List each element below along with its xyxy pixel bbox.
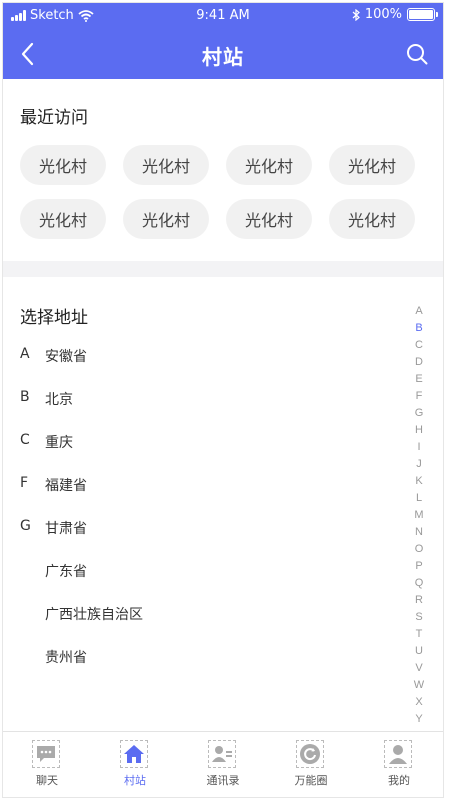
contacts-icon [208, 740, 236, 768]
tab-label: 万能圈 [294, 774, 328, 787]
index-letter-r[interactable]: R [415, 592, 423, 609]
index-letter-h[interactable]: H [415, 422, 423, 439]
index-letter-y[interactable]: Y [415, 711, 422, 728]
status-right: 100% [352, 7, 438, 22]
address-row[interactable]: 广东省 [3, 555, 403, 585]
group-letter: C [20, 432, 30, 448]
index-letter-w[interactable]: W [414, 677, 424, 694]
address-row[interactable]: 广西壮族自治区 [3, 598, 403, 628]
recent-visits-section: 最近访问 光化村 光化村 光化村 光化村 光化村 光化村 光化村 光化村 [3, 79, 443, 261]
tab-profile[interactable]: 我的 [355, 738, 443, 794]
tab-contacts[interactable]: 通讯录 [179, 738, 267, 794]
index-letter-v[interactable]: V [415, 660, 422, 677]
index-letter-m[interactable]: M [414, 507, 423, 524]
tab-chat[interactable]: 聊天 [3, 738, 91, 794]
circle-icon [296, 740, 324, 768]
search-icon [407, 44, 428, 65]
recent-village-chip[interactable]: 光化村 [226, 145, 312, 185]
group-letter: F [20, 475, 29, 491]
recent-village-chip[interactable]: 光化村 [20, 145, 106, 185]
index-letter-x[interactable]: X [415, 694, 422, 711]
province-name: 广东省 [45, 564, 87, 580]
recent-village-chip[interactable]: 光化村 [123, 145, 209, 185]
status-bar: Sketch 9:41 AM 100% [3, 3, 443, 29]
group-letter: A [20, 346, 30, 362]
phone-screen: Sketch 9:41 AM 100% 村站 最近访问 光化村 光化村 光化村 … [3, 3, 443, 797]
recent-village-chip[interactable]: 光化村 [329, 199, 415, 239]
address-row[interactable]: 贵州省 [3, 641, 403, 671]
section-divider [3, 261, 443, 277]
index-letter-t[interactable]: T [416, 626, 423, 643]
index-letter-s[interactable]: S [415, 609, 422, 626]
recent-visits-title: 最近访问 [20, 108, 88, 128]
address-section: 选择地址 A 安徽省 B 北京 C 重庆 F 福建省 G 甘肃省 广东省 广西壮… [3, 277, 443, 731]
address-row[interactable]: C 重庆 [3, 426, 403, 456]
index-letter-k[interactable]: K [415, 473, 422, 490]
index-letter-g[interactable]: G [415, 405, 424, 422]
battery-icon [407, 8, 438, 21]
index-letter-q[interactable]: Q [415, 575, 424, 592]
tab-circle[interactable]: 万能圈 [267, 738, 355, 794]
bluetooth-icon [352, 8, 360, 21]
index-letter-i[interactable]: I [417, 439, 420, 456]
alphabet-index: ABCDEFGHIJKLMNOPQRSTUVWXYZ [413, 303, 425, 745]
province-name: 福建省 [45, 478, 87, 494]
province-name: 重庆 [45, 435, 73, 451]
tab-bar: 聊天 村站 通讯录 万能圈 我的 [3, 731, 443, 797]
index-letter-n[interactable]: N [415, 524, 423, 541]
index-letter-a[interactable]: A [415, 303, 422, 320]
nav-bar: 村站 [3, 29, 443, 79]
profile-icon [384, 740, 412, 768]
address-row[interactable]: B 北京 [3, 383, 403, 413]
group-letter: B [20, 389, 30, 405]
tab-village-station[interactable]: 村站 [91, 738, 179, 794]
recent-village-chip[interactable]: 光化村 [20, 199, 106, 239]
province-name: 北京 [45, 392, 73, 408]
province-name: 广西壮族自治区 [45, 607, 143, 623]
battery-percent: 100% [364, 7, 402, 22]
index-letter-d[interactable]: D [415, 354, 423, 371]
index-letter-j[interactable]: J [416, 456, 422, 473]
index-letter-o[interactable]: O [415, 541, 424, 558]
tab-label: 通讯录 [206, 774, 240, 787]
recent-village-chip[interactable]: 光化村 [123, 199, 209, 239]
index-letter-f[interactable]: F [416, 388, 423, 405]
address-row[interactable]: F 福建省 [3, 469, 403, 499]
recent-village-chip[interactable]: 光化村 [329, 145, 415, 185]
group-letter: G [20, 518, 31, 534]
address-title: 选择地址 [20, 308, 88, 328]
home-icon [120, 740, 148, 768]
index-letter-b[interactable]: B [415, 320, 422, 337]
header: Sketch 9:41 AM 100% 村站 [3, 3, 443, 79]
tab-label: 村站 [124, 774, 146, 787]
tab-label: 聊天 [36, 774, 58, 787]
index-letter-e[interactable]: E [415, 371, 422, 388]
search-button[interactable] [405, 42, 429, 66]
index-letter-u[interactable]: U [415, 643, 423, 660]
index-letter-l[interactable]: L [416, 490, 422, 507]
province-name: 贵州省 [45, 650, 87, 666]
province-name: 安徽省 [45, 349, 87, 365]
chat-icon [32, 740, 60, 768]
page-title: 村站 [202, 45, 244, 69]
recent-village-chip[interactable]: 光化村 [226, 199, 312, 239]
address-row[interactable]: G 甘肃省 [3, 512, 403, 542]
province-name: 甘肃省 [45, 521, 87, 537]
index-letter-c[interactable]: C [415, 337, 423, 354]
tab-label: 我的 [388, 774, 410, 787]
index-letter-p[interactable]: P [415, 558, 422, 575]
address-row[interactable]: A 安徽省 [3, 340, 403, 370]
